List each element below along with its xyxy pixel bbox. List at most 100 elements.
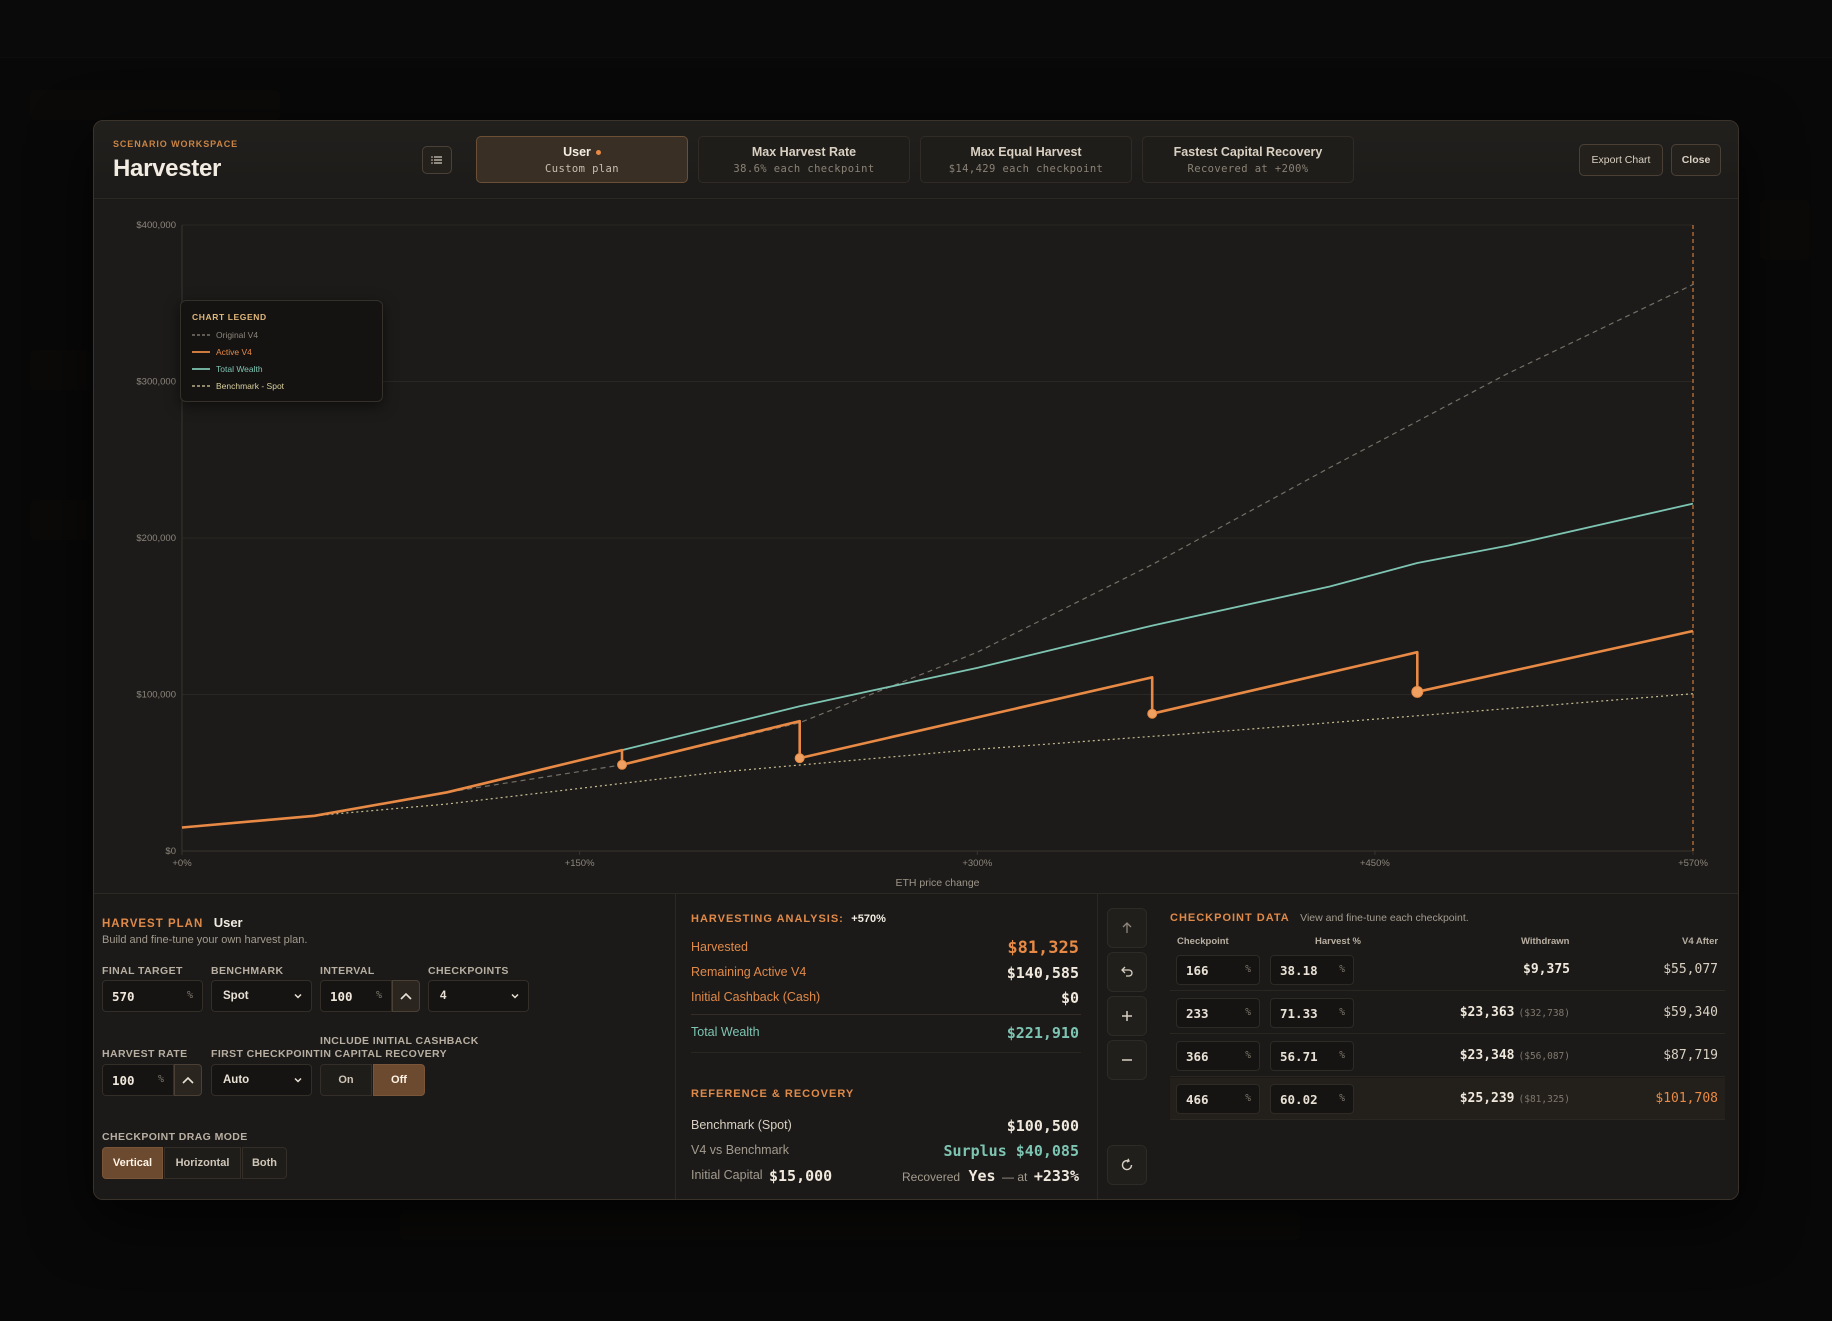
tab-sub: Custom plan (545, 163, 619, 175)
chevron-down-icon (294, 1077, 302, 1083)
v4-after-value: $59,340 (1663, 1005, 1718, 1020)
table-row: 366% 56.71% $23,348 ($56,087) $87,719 (1170, 1035, 1725, 1077)
cashback-label-line: INCLUDE INITIAL CASHBACK (320, 1035, 479, 1047)
checkpoints-select[interactable]: 4 (428, 980, 529, 1012)
recovered-label: Recovered (902, 1170, 961, 1184)
undo-button[interactable] (1107, 952, 1147, 992)
checkpoint-data-heading: CHECKPOINT DATA View and fine-tune each … (1170, 908, 1469, 926)
x-tick-label: +0% (172, 858, 192, 869)
checkpoint-handle (794, 753, 805, 764)
x-tick-label: +150% (565, 858, 595, 869)
field-unit: % (186, 990, 193, 1001)
first-checkpoint-label: FIRST CHECKPOINT (211, 1048, 321, 1060)
total-wealth-value: $221,910 (1006, 1024, 1079, 1042)
minus-icon (1122, 1059, 1132, 1061)
cashback-label: INCLUDE INITIAL CASHBACK IN CAPITAL RECO… (320, 1035, 479, 1061)
legend-label: Original V4 (216, 330, 259, 340)
field-value: 71.33 (1280, 1006, 1318, 1021)
close-button[interactable]: Close (1671, 144, 1721, 176)
field-value: 60.02 (1280, 1092, 1318, 1107)
vs-benchmark-label: V4 vs Benchmark (691, 1143, 789, 1157)
final-target-label: FINAL TARGET (102, 965, 183, 977)
analysis-heading: HARVESTING ANALYSIS: +570% (691, 909, 886, 927)
legend-item-original-v4: Original V4 (192, 330, 258, 340)
export-chart-button[interactable]: Export Chart (1579, 144, 1663, 176)
legend-label: Active V4 (216, 347, 252, 357)
benchmark-row-label: Benchmark (Spot) (691, 1118, 792, 1132)
tab-sub: Recovered at +200% (1187, 163, 1309, 175)
y-tick-label: $400,000 (136, 220, 176, 231)
col-withdrawn: Withdrawn (1521, 936, 1570, 947)
add-checkpoint-button[interactable] (1107, 996, 1147, 1036)
benchmark-select[interactable]: Spot (211, 980, 312, 1012)
cashback-on-button[interactable]: On (320, 1064, 372, 1096)
field-unit: % (1245, 964, 1251, 975)
harvest-rate-input[interactable]: 100% (102, 1064, 174, 1096)
checkpoint-handle (1147, 708, 1158, 719)
field-unit: % (1245, 1093, 1251, 1104)
divider (675, 894, 676, 1199)
field-value: 100 (330, 989, 353, 1004)
initial-capital-value: $15,000 (769, 1167, 833, 1185)
col-checkpoint: Checkpoint (1177, 936, 1229, 947)
reset-button[interactable] (1107, 1145, 1147, 1185)
cashback-label-row: Initial Cashback (Cash) (691, 990, 821, 1004)
checkpoint-input[interactable]: 233% (1176, 998, 1260, 1028)
field-unit: % (1339, 1007, 1345, 1018)
cashback-label-line: IN CAPITAL RECOVERY (320, 1048, 448, 1060)
harvest-input[interactable]: 56.71% (1270, 1041, 1354, 1071)
first-checkpoint-select[interactable]: Auto (211, 1064, 312, 1096)
cashback-off-button[interactable]: Off (373, 1064, 425, 1096)
harvest-rate-stepper-up[interactable] (174, 1064, 202, 1096)
legend-label: Benchmark - Spot (216, 381, 285, 391)
eyebrow-label: SCENARIO WORKSPACE (113, 139, 239, 149)
select-value: Auto (223, 1074, 250, 1086)
field-value: 38.18 (1280, 963, 1318, 978)
tab-fastest-capital-recovery[interactable]: Fastest Capital Recovery Recovered at +2… (1142, 136, 1354, 183)
recovered-at-value: +233% (1033, 1167, 1079, 1185)
harvested-value: $81,325 (1007, 938, 1079, 958)
select-value: 4 (440, 990, 447, 1002)
series-line-benchmark-spot (181, 693, 1694, 829)
drag-vertical-button[interactable]: Vertical (102, 1147, 163, 1179)
checkpoint-input[interactable]: 166% (1176, 955, 1260, 985)
withdrawn-value: $23,363 ($32,738) (1460, 1005, 1570, 1020)
tab-user[interactable]: User Custom plan (476, 136, 688, 183)
x-tick-label: +300% (962, 858, 992, 869)
recovery-status: Recovered Yes — at +233% (902, 1167, 1079, 1186)
legend-item-active-v4: Active V4 (192, 347, 252, 357)
x-tick-label: +450% (1360, 858, 1390, 869)
divider (1097, 894, 1098, 1199)
legend-item-benchmark-spot: Benchmark - Spot (192, 381, 284, 391)
drag-both-button[interactable]: Both (242, 1147, 287, 1179)
field-unit: % (375, 990, 382, 1001)
interval-input[interactable]: 100% (320, 980, 392, 1012)
checkpoint-handle (617, 759, 628, 770)
field-unit: % (1245, 1007, 1251, 1018)
harvest-input[interactable]: 71.33% (1270, 998, 1354, 1028)
cashback-value: $0 (1060, 989, 1079, 1007)
interval-stepper-up[interactable] (392, 980, 420, 1012)
checkpoint-input[interactable]: 366% (1176, 1041, 1260, 1071)
y-tick-label: $0 (165, 846, 176, 857)
reference-title: REFERENCE & RECOVERY (691, 1088, 855, 1100)
tab-max-harvest-rate[interactable]: Max Harvest Rate 38.6% each checkpoint (698, 136, 910, 183)
checkpoint-input[interactable]: 466% (1176, 1084, 1260, 1114)
chevron-up-icon (400, 992, 412, 1000)
move-up-button[interactable] (1107, 908, 1147, 948)
divider (691, 1052, 1081, 1053)
tab-label: User (563, 145, 591, 159)
checkpoints-label: CHECKPOINTS (428, 965, 509, 977)
list-menu-button[interactable] (422, 146, 452, 174)
modal-header: SCENARIO WORKSPACE Harvester User Custom… (94, 121, 1738, 199)
chevron-down-icon (294, 993, 302, 999)
harvest-input[interactable]: 38.18% (1270, 955, 1354, 985)
y-tick-label: $100,000 (136, 690, 176, 701)
remove-checkpoint-button[interactable] (1107, 1040, 1147, 1080)
final-target-input[interactable]: 570% (102, 980, 203, 1012)
recovered-at-label: — at (1002, 1170, 1028, 1184)
drag-horizontal-button[interactable]: Horizontal (164, 1147, 241, 1179)
tab-max-equal-harvest[interactable]: Max Equal Harvest $14,429 each checkpoin… (920, 136, 1132, 183)
withdrawn-amount: $25,239 (1459, 1091, 1515, 1106)
harvest-input[interactable]: 60.02% (1270, 1084, 1354, 1114)
